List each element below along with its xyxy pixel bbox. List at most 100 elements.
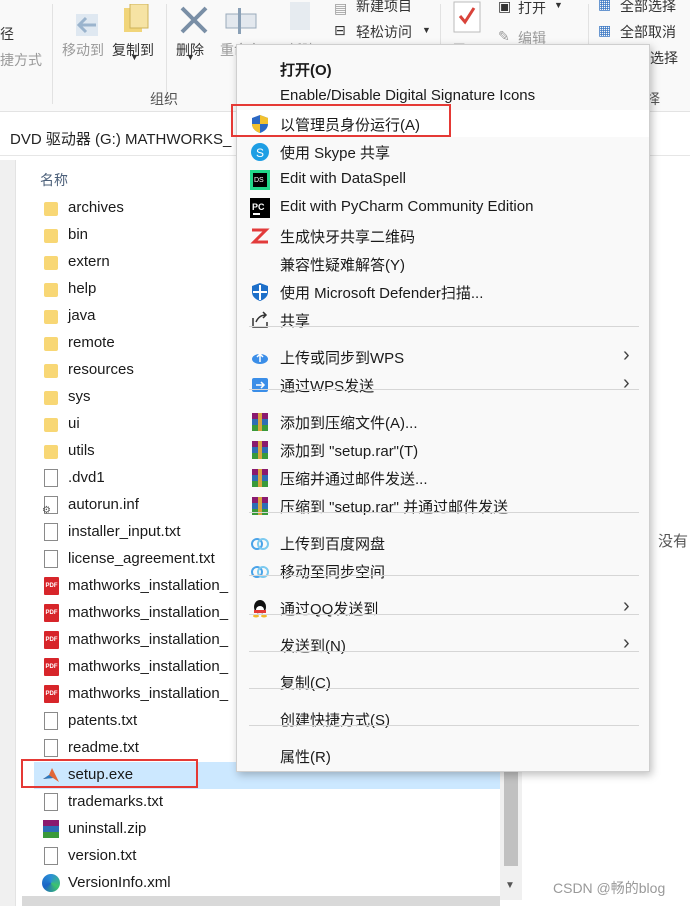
context-menu-label: 属性(R) [280, 749, 331, 766]
context-menu-item[interactable]: 创建快捷方式(S) [237, 705, 649, 732]
baidu-sync-icon [250, 561, 270, 581]
easy-access-button[interactable]: 轻松访问 [356, 22, 412, 42]
new-item-icon: ▤ [334, 0, 348, 16]
zip-icon [43, 820, 59, 838]
nav-pane-scrollbar[interactable] [0, 160, 16, 906]
file-name: ui [68, 415, 80, 432]
select-all-button[interactable]: 全部选择 [620, 0, 676, 16]
delete-x-icon [180, 6, 208, 34]
context-menu-item[interactable]: 兼容性疑难解答(Y) [237, 250, 649, 277]
winrar-icon [250, 412, 270, 432]
file-name: java [68, 307, 96, 324]
context-menu-item[interactable]: DS Edit with DataSpell [237, 166, 649, 193]
menu-separator [249, 575, 639, 576]
text-file-icon [44, 793, 58, 811]
context-menu-item[interactable]: 添加到 "setup.rar"(T) [237, 436, 649, 463]
menu-separator [249, 651, 639, 652]
svg-text:PC: PC [252, 202, 265, 212]
column-header-name[interactable]: 名称 [40, 170, 68, 190]
chevron-right-icon: › [623, 344, 630, 366]
file-name: patents.txt [68, 712, 138, 729]
move-to-label: 移动到 [62, 42, 104, 58]
folder-icon [44, 445, 58, 459]
context-menu-item[interactable]: 压缩并通过邮件发送... [237, 464, 649, 491]
share-icon [250, 310, 270, 330]
folder-icon [44, 229, 58, 243]
select-none-button[interactable]: 全部取消 [620, 22, 676, 42]
open-button[interactable]: 打开 [518, 0, 546, 18]
chevron-down-icon: ▼ [554, 0, 563, 10]
folder-icon [44, 310, 58, 324]
context-menu-item[interactable]: 通过QQ发送到 › [237, 594, 649, 621]
file-list-item[interactable]: trademarks.txt [34, 789, 500, 816]
context-menu-label: 通过QQ发送到 [280, 601, 379, 618]
context-menu-label: 上传到百度网盘 [280, 536, 386, 553]
wps-cloud-icon [250, 347, 270, 367]
context-menu-item[interactable]: PC Edit with PyCharm Community Edition [237, 194, 649, 221]
file-name: mathworks_installation_ [68, 685, 229, 702]
wps-send-icon [250, 375, 270, 395]
move-to-icon [76, 14, 98, 36]
file-list-item[interactable]: VersionInfo.xml [34, 870, 500, 897]
horizontal-scrollbar[interactable] [22, 896, 500, 906]
file-name: mathworks_installation_ [68, 631, 229, 648]
ribbon-shortcut-label: 捷方式 [0, 52, 42, 68]
context-menu-item[interactable]: 移动至同步空间 [237, 557, 649, 584]
select-none-icon: ▦ [598, 22, 612, 38]
context-menu-item[interactable]: 生成快牙共享二维码 [237, 222, 649, 249]
folder-icon [44, 364, 58, 378]
context-menu-item[interactable]: 上传或同步到WPS › [237, 343, 649, 370]
winrar-icon [250, 496, 270, 516]
context-menu-label: 通过WPS发送 [280, 378, 375, 395]
folder-icon [44, 391, 58, 405]
text-file-icon [44, 523, 58, 541]
chevron-down-icon: ▼ [130, 52, 139, 62]
chevron-down-icon: ▼ [422, 25, 431, 35]
file-list-item[interactable]: uninstall.zip [34, 816, 500, 843]
invert-selection-button[interactable]: 选择 [650, 48, 678, 68]
new-item-button[interactable]: 新建项目 [356, 0, 412, 16]
file-name: remote [68, 334, 115, 351]
dataspell-icon: DS [250, 170, 270, 190]
menu-separator [249, 389, 639, 390]
settings-file-icon: ⚙ [42, 496, 58, 516]
text-file-icon [44, 847, 58, 865]
file-icon [44, 469, 58, 487]
context-menu-item[interactable]: 添加到压缩文件(A)... [237, 408, 649, 435]
file-name: readme.txt [68, 739, 139, 756]
group-organize-label: 组织 [150, 91, 178, 107]
file-list-item[interactable]: version.txt [34, 843, 500, 870]
context-menu-item[interactable]: 通过WPS发送 › [237, 371, 649, 398]
file-name: sys [68, 388, 91, 405]
baidu-netdisk-icon [250, 533, 270, 553]
context-menu-item[interactable]: 复制(C) [237, 668, 649, 695]
context-menu-item[interactable]: 压缩到 "setup.rar" 并通过邮件发送 [237, 492, 649, 519]
folder-icon [44, 256, 58, 270]
file-name: trademarks.txt [68, 793, 164, 810]
file-name: installer_input.txt [68, 523, 181, 540]
menu-separator [249, 614, 639, 615]
context-menu-item[interactable]: S 使用 Skype 共享 [237, 138, 649, 165]
context-menu-item[interactable]: 共享 [237, 306, 649, 333]
file-name: license_agreement.txt [68, 550, 215, 567]
file-name: VersionInfo.xml [68, 874, 171, 891]
scroll-down-arrow-icon[interactable]: ▼ [505, 880, 515, 891]
context-menu-item[interactable]: 属性(R) [237, 742, 649, 769]
context-menu-label: 共享 [280, 313, 311, 330]
context-menu-item[interactable]: 打开(O) [237, 55, 649, 82]
file-name: archives [68, 199, 124, 216]
context-menu-label: 使用 Microsoft Defender扫描... [280, 285, 484, 302]
highlight-frame-setup [21, 759, 198, 788]
folder-icon [44, 418, 58, 432]
copy-to-icon [124, 4, 149, 32]
context-menu-label: 生成快牙共享二维码 [280, 229, 416, 246]
context-menu-item[interactable]: 上传到百度网盘 [237, 529, 649, 556]
pdf-icon: PDF [44, 631, 59, 649]
context-menu-label: 移动至同步空间 [280, 564, 386, 581]
defender-icon [250, 282, 270, 302]
easy-access-icon: ⊟ [334, 22, 346, 38]
context-menu-item[interactable]: 使用 Microsoft Defender扫描... [237, 278, 649, 305]
properties-check-icon[interactable] [452, 0, 482, 34]
context-menu-label: 兼容性疑难解答(Y) [280, 257, 405, 274]
context-menu-item[interactable]: 发送到(N) › [237, 631, 649, 658]
